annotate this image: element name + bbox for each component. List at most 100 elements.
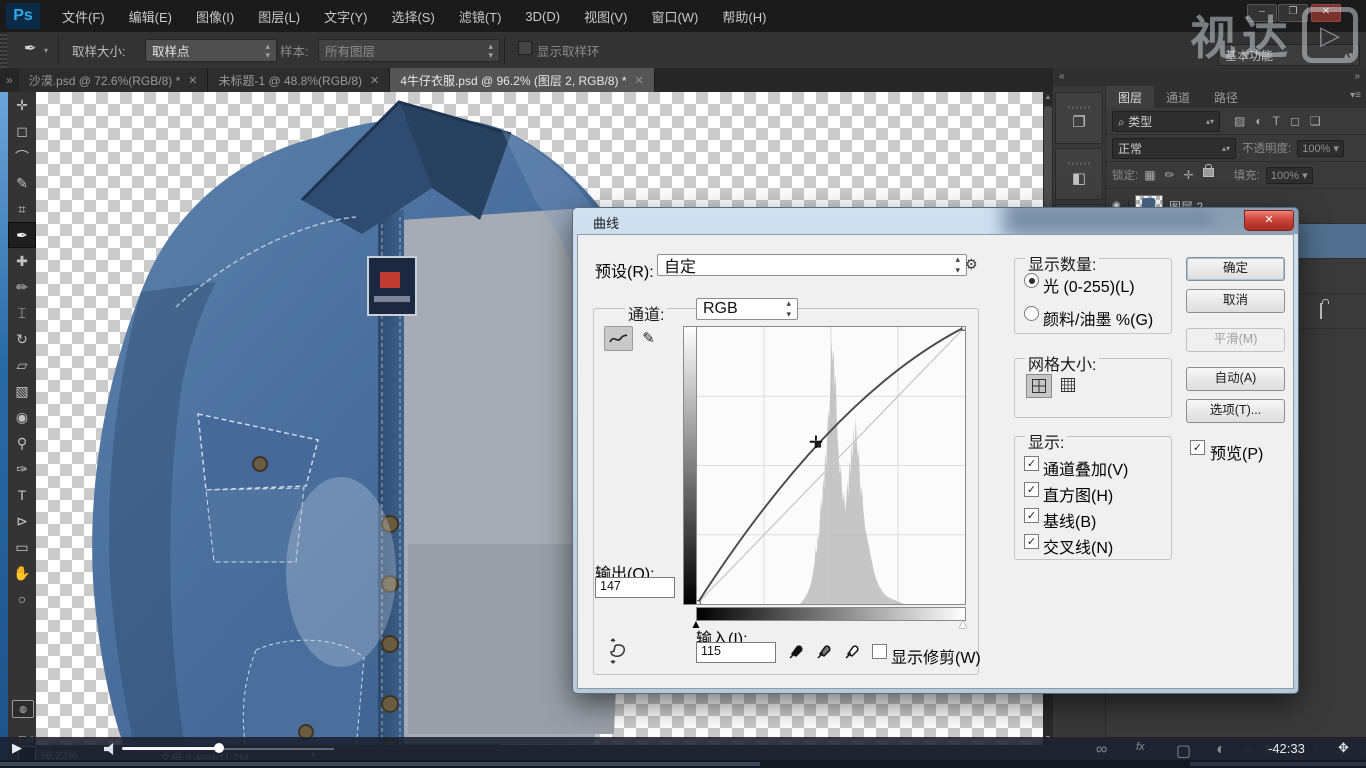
tab-close-icon[interactable]: ✕ [370, 74, 379, 87]
cancel-button[interactable]: 取消 [1186, 289, 1285, 313]
black-point-eyedropper-icon[interactable] [784, 640, 808, 664]
filter-pixel-layers-icon[interactable]: ▨ [1234, 114, 1245, 128]
lock-all-icon[interactable] [1203, 168, 1214, 177]
opacity-value[interactable]: 100% ▾ [1297, 140, 1344, 157]
healing-brush-tool[interactable]: ✚ [8, 248, 36, 274]
quick-mask-button[interactable]: ◍ [12, 700, 34, 718]
sample-size-dropdown[interactable]: 取样点▴▾ [145, 39, 277, 62]
ok-button[interactable]: 确定 [1186, 257, 1285, 281]
point-curve-mode-button[interactable] [604, 326, 633, 351]
menu-item[interactable]: 帮助(H) [712, 3, 776, 30]
filter-type-dropdown[interactable]: ⌕ 类型 ▴▾ [1112, 111, 1220, 132]
checkbox-基线(B)[interactable]: ✓ [1024, 508, 1039, 523]
document-tab[interactable]: 沙漠.psd @ 72.6%(RGB/8) *✕ [19, 68, 209, 92]
menu-item[interactable]: 图层(L) [248, 3, 310, 30]
tab-overflow-chevron-icon[interactable]: » [0, 68, 19, 92]
tool-preset-caret-icon[interactable]: ▾ [44, 46, 48, 55]
white-point-slider[interactable]: ▲ [957, 619, 969, 629]
preview-checkbox[interactable]: ✓ [1190, 440, 1205, 455]
brush-tool[interactable]: ✏ [8, 274, 36, 300]
type-tool[interactable]: T [8, 482, 36, 508]
3d-panel-icon[interactable]: ◧ [1055, 148, 1103, 200]
eyedropper-tool[interactable]: ✒ [8, 222, 36, 248]
scroll-up-icon[interactable]: ▲ [1043, 92, 1053, 104]
panel-tab-路径[interactable]: 路径 [1202, 86, 1250, 108]
output-field[interactable]: 147 [595, 577, 675, 598]
quick-selection-tool[interactable]: ✎ [8, 170, 36, 196]
volume-slider-filled[interactable] [122, 747, 218, 750]
blur-tool[interactable]: ◉ [8, 404, 36, 430]
lasso-tool[interactable]: ⌒ [8, 144, 36, 170]
path-selection-tool[interactable]: ⊳ [8, 508, 36, 534]
marquee-tool[interactable]: ◻ [8, 118, 36, 144]
hand-tool[interactable]: ✋ [8, 560, 36, 586]
volume-speaker-icon[interactable] [104, 743, 117, 755]
menu-item[interactable]: 3D(D) [515, 5, 570, 28]
coarse-grid-button[interactable] [1026, 374, 1052, 398]
eraser-tool[interactable]: ▱ [8, 352, 36, 378]
menu-item[interactable]: 视图(V) [574, 3, 637, 30]
menu-item[interactable]: 文件(F) [52, 3, 115, 30]
show-sampling-ring-checkbox[interactable] [518, 41, 532, 55]
tab-close-icon[interactable]: ✕ [188, 74, 197, 87]
menu-item[interactable]: 选择(S) [381, 3, 444, 30]
lock-pixels-icon[interactable]: ✏ [1165, 168, 1175, 182]
radio-light[interactable] [1024, 273, 1039, 288]
radio-pigment-ink[interactable] [1024, 306, 1039, 321]
checkbox-交叉线(N)[interactable]: ✓ [1024, 534, 1039, 549]
panel-tab-通道[interactable]: 通道 [1154, 86, 1202, 108]
crop-tool[interactable]: ⌗ [8, 196, 36, 222]
lock-position-icon[interactable]: ✛ [1184, 168, 1194, 182]
panel-tab-图层[interactable]: 图层 [1106, 86, 1154, 108]
dialog-title-bar[interactable] [573, 208, 1298, 234]
filter-type-layers-icon[interactable]: T [1273, 114, 1280, 128]
pen-tool[interactable]: ✑ [8, 456, 36, 482]
gray-point-eyedropper-icon[interactable] [812, 640, 836, 664]
gradient-tool[interactable]: ▧ [8, 378, 36, 404]
clone-stamp-tool[interactable]: ⌶ [8, 300, 36, 326]
sample-dropdown[interactable]: 所有图层▴▾ [318, 39, 500, 62]
history-brush-tool[interactable]: ↻ [8, 326, 36, 352]
auto-button[interactable]: 自动(A) [1186, 367, 1285, 391]
menu-item[interactable]: 文字(Y) [314, 3, 377, 30]
menu-item[interactable]: 编辑(E) [119, 3, 182, 30]
fill-value[interactable]: 100% ▾ [1266, 167, 1313, 184]
eyedropper-tool-icon[interactable]: ✒ [24, 39, 37, 57]
options-button[interactable]: 选项(T)... [1186, 399, 1285, 423]
on-image-adjust-icon[interactable] [603, 638, 629, 669]
video-seek-bar[interactable] [0, 760, 1366, 768]
channel-dropdown[interactable]: RGB▴▾ [696, 298, 798, 320]
panel-menu-icon[interactable]: ▾≡ [1350, 90, 1361, 101]
menu-item[interactable]: 窗口(W) [641, 3, 708, 30]
smooth-button[interactable]: 平滑(M) [1186, 328, 1285, 352]
tab-close-icon[interactable]: ✕ [635, 74, 644, 87]
curve-grid[interactable]: ✛ [696, 326, 966, 605]
preset-options-gear-icon[interactable]: ⚙ [965, 256, 978, 273]
collapse-panels-icon[interactable]: « [1059, 71, 1065, 82]
menu-item[interactable]: 滤镜(T) [449, 3, 512, 30]
workspace-switcher[interactable]: 基本功能▴▾ [1218, 44, 1360, 66]
zoom-tool[interactable]: ○ [8, 586, 36, 612]
white-point-eyedropper-icon[interactable] [840, 640, 864, 664]
close-button[interactable]: ✕ [1311, 4, 1341, 22]
maximize-button[interactable]: ❐ [1278, 4, 1308, 22]
dodge-tool[interactable]: ⚲ [8, 430, 36, 456]
volume-slider-track[interactable] [224, 748, 334, 750]
filter-shape-layers-icon[interactable]: ◻ [1290, 114, 1300, 128]
show-clipping-checkbox[interactable] [872, 644, 887, 659]
shape-tool[interactable]: ▭ [8, 534, 36, 560]
fine-grid-button[interactable] [1056, 374, 1080, 396]
checkbox-通道叠加(V)[interactable]: ✓ [1024, 456, 1039, 471]
filter-smart-objects-icon[interactable]: ❏ [1310, 114, 1321, 128]
document-tab[interactable]: 未标题-1 @ 48.8%(RGB/8)✕ [208, 68, 390, 92]
move-tool[interactable]: ✛ [8, 92, 36, 118]
input-field[interactable]: 115 [696, 642, 776, 663]
blend-mode-dropdown[interactable]: 正常▴▾ [1112, 138, 1236, 159]
expand-panels-icon[interactable]: » [1354, 71, 1360, 82]
curve-point-cursor-icon[interactable]: ✛ [809, 433, 823, 453]
document-tab[interactable]: 4牛仔衣服.psd @ 96.2% (图层 2, RGB/8) *✕ [390, 68, 654, 92]
menu-item[interactable]: 图像(I) [186, 3, 244, 30]
play-button-icon[interactable]: ▶ [12, 740, 22, 756]
lock-transparency-icon[interactable]: ▦ [1144, 168, 1155, 182]
checkbox-直方图(H)[interactable]: ✓ [1024, 482, 1039, 497]
